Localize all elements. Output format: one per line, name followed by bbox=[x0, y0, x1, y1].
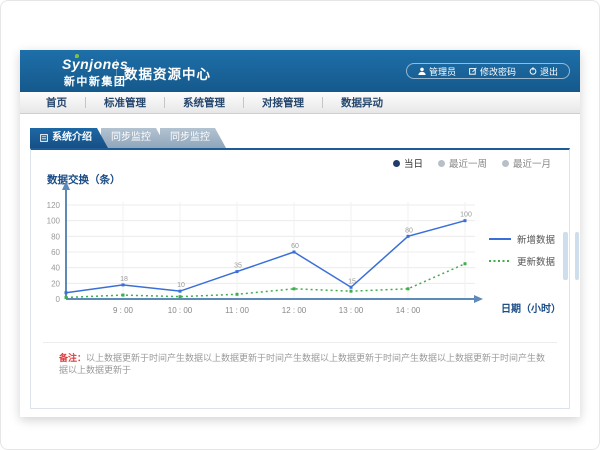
nav-item-interface-mgmt[interactable]: 对接管理 bbox=[244, 95, 322, 110]
svg-text:11 : 00: 11 : 00 bbox=[225, 306, 249, 315]
legend-item-updated-data: 更新数据 bbox=[489, 254, 555, 268]
nav-item-data-changes[interactable]: 数据异动 bbox=[323, 95, 401, 110]
chart-panel: 当日 最近一周 最近一月 数据交换（条） 0204060801001209 : … bbox=[30, 148, 570, 409]
tab-bar: 系统介绍 同步监控 同步监控 bbox=[30, 128, 580, 148]
dotted-line-swatch bbox=[489, 259, 511, 263]
power-icon bbox=[529, 67, 537, 75]
logo-subtext: 新中新集团 bbox=[62, 73, 128, 89]
user-icon bbox=[418, 67, 426, 75]
svg-text:12 : 00: 12 : 00 bbox=[282, 306, 307, 315]
radio-today[interactable]: 当日 bbox=[393, 156, 423, 170]
svg-text:18: 18 bbox=[120, 276, 128, 283]
svg-text:120: 120 bbox=[47, 201, 61, 210]
svg-text:60: 60 bbox=[51, 248, 60, 257]
nav-item-standard-mgmt[interactable]: 标准管理 bbox=[86, 95, 164, 110]
radio-last-week[interactable]: 最近一周 bbox=[438, 156, 487, 170]
nav-item-system-mgmt[interactable]: 系统管理 bbox=[165, 95, 243, 110]
svg-text:40: 40 bbox=[51, 264, 60, 273]
solid-line-swatch bbox=[489, 237, 511, 241]
svg-text:13 : 00: 13 : 00 bbox=[339, 306, 364, 315]
svg-text:80: 80 bbox=[405, 227, 413, 234]
change-password-button[interactable]: 修改密码 bbox=[469, 65, 516, 78]
svg-text:9 : 00: 9 : 00 bbox=[113, 306, 134, 315]
logo-leaf-icon bbox=[75, 54, 79, 58]
panel-divider bbox=[43, 342, 557, 343]
footnote-text: 以上数据更新于时间产生数据以上数据更新于时间产生数据以上数据更新于时间产生数据以… bbox=[59, 353, 545, 375]
svg-text:60: 60 bbox=[291, 243, 299, 250]
legend-item-new-data: 新增数据 bbox=[489, 232, 555, 246]
radio-dot-icon bbox=[393, 160, 400, 167]
tab-sync-monitor-2[interactable]: 同步监控 bbox=[160, 128, 226, 148]
nav-item-home[interactable]: 首页 bbox=[28, 95, 85, 110]
x-axis-title: 日期（小时） bbox=[501, 300, 561, 315]
svg-text:15: 15 bbox=[348, 278, 356, 285]
svg-text:0: 0 bbox=[56, 295, 61, 304]
header-bar: Synjones 新中新集团 数据资源中心 管理员 修改密码 退出 bbox=[20, 50, 580, 92]
tab-system-intro[interactable]: 系统介绍 bbox=[30, 128, 108, 148]
svg-text:10 : 00: 10 : 00 bbox=[168, 306, 193, 315]
svg-text:100: 100 bbox=[47, 217, 61, 226]
radio-dot-icon bbox=[502, 160, 509, 167]
radio-dot-icon bbox=[438, 160, 445, 167]
svg-text:10: 10 bbox=[177, 282, 185, 289]
svg-text:100: 100 bbox=[460, 212, 472, 219]
footnote: 备注：以上数据更新于时间产生数据以上数据更新于时间产生数据以上数据更新于时间产生… bbox=[59, 352, 553, 376]
chart-legend: 新增数据 更新数据 bbox=[489, 232, 555, 276]
radio-last-month[interactable]: 最近一月 bbox=[502, 156, 551, 170]
logout-button[interactable]: 退出 bbox=[529, 65, 558, 78]
svg-text:14 : 00: 14 : 00 bbox=[396, 306, 421, 315]
tab-sync-monitor-1[interactable]: 同步监控 bbox=[101, 128, 167, 148]
svg-text:20: 20 bbox=[51, 279, 60, 288]
scrollbar-thumb[interactable] bbox=[575, 232, 579, 280]
edit-icon bbox=[469, 67, 477, 75]
main-nav: 首页 标准管理 系统管理 对接管理 数据异动 bbox=[20, 92, 580, 114]
current-user-button[interactable]: 管理员 bbox=[418, 65, 456, 78]
footnote-label: 备注： bbox=[59, 353, 86, 363]
svg-text:80: 80 bbox=[51, 232, 60, 241]
header-divider bbox=[116, 59, 117, 83]
app-title: 数据资源中心 bbox=[124, 63, 211, 83]
company-logo: Synjones 新中新集团 bbox=[62, 56, 128, 89]
document-icon bbox=[40, 134, 48, 142]
svg-text:35: 35 bbox=[234, 263, 242, 270]
page-container: Synjones 新中新集团 数据资源中心 管理员 修改密码 退出 首页 标准管… bbox=[20, 50, 580, 417]
user-toolbar: 管理员 修改密码 退出 bbox=[406, 63, 570, 79]
line-chart: 0 20 40 60 80 100 120 9 : 00 10 : 00 11 : 00 12 : … bbox=[31, 176, 501, 328]
logo-text: Synjones bbox=[62, 56, 128, 72]
scrollbar-thumb[interactable] bbox=[563, 232, 568, 280]
time-range-filter: 当日 最近一周 最近一月 bbox=[393, 156, 551, 170]
